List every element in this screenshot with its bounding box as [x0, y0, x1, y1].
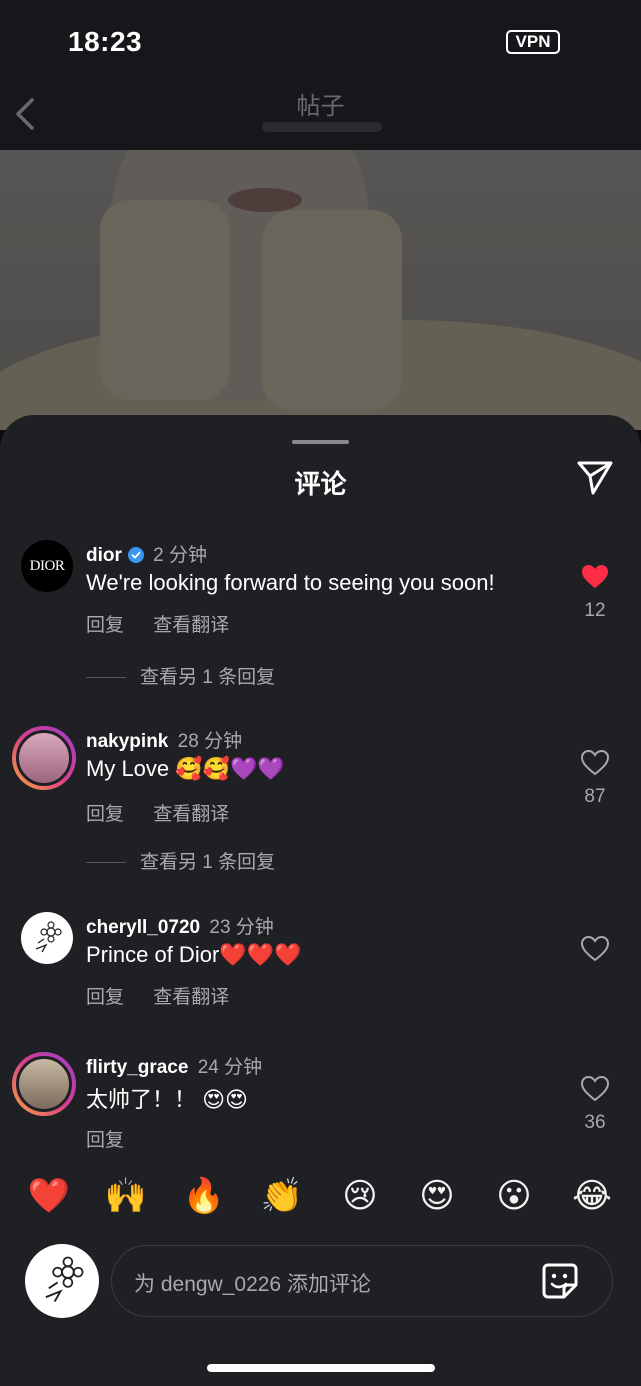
- comment-input-placeholder: 为 dengw_0226 添加评论: [134, 1273, 371, 1296]
- flower-doodle-icon: [45, 1256, 84, 1303]
- translate-button[interactable]: 查看翻译: [153, 615, 229, 636]
- comment-composer: 为 dengw_0226 添加评论: [0, 1240, 641, 1320]
- home-indicator[interactable]: [207, 1364, 435, 1372]
- reaction-crying[interactable]: 😢: [336, 1172, 384, 1220]
- like-count: 36: [584, 1112, 606, 1133]
- comment-meta: flirty_grace 24 分钟: [86, 1052, 262, 1079]
- paper-plane-icon[interactable]: [575, 457, 615, 497]
- header-subtitle-blur: [262, 122, 382, 132]
- my-avatar: [25, 1244, 99, 1318]
- comment-username[interactable]: dior: [86, 545, 122, 566]
- translate-button[interactable]: 查看翻译: [153, 804, 229, 825]
- translate-button[interactable]: 查看翻译: [153, 987, 229, 1008]
- reply-button[interactable]: 回复: [86, 804, 124, 825]
- like-count: 12: [584, 600, 606, 621]
- comment-actions: 回复: [86, 1125, 148, 1152]
- heart-outline-icon: [581, 936, 609, 962]
- comment-time: 2 分钟: [153, 545, 208, 566]
- replies-divider: [86, 677, 126, 679]
- page-title: 帖子: [296, 93, 345, 120]
- view-replies-button[interactable]: 查看另 1 条回复: [86, 847, 275, 874]
- reply-button[interactable]: 回复: [86, 987, 124, 1008]
- comment-meta: dior 2 分钟: [86, 540, 207, 567]
- reaction-heart-eyes[interactable]: 😍: [413, 1172, 461, 1220]
- sticker-icon[interactable]: [540, 1261, 580, 1301]
- like-button[interactable]: [576, 936, 614, 972]
- comment-actions: 回复 查看翻译: [86, 610, 253, 637]
- reaction-surprised[interactable]: 😮: [490, 1172, 538, 1220]
- comment-text: We're looking forward to seeing you soon…: [86, 570, 495, 595]
- view-replies-label: 查看另 1 条回复: [140, 667, 276, 688]
- sheet-drag-handle[interactable]: [292, 440, 349, 444]
- verified-badge-icon: [127, 547, 144, 563]
- comment-time: 28 分钟: [177, 731, 243, 752]
- avatar[interactable]: DIOR: [21, 540, 73, 592]
- comment-input[interactable]: 为 dengw_0226 添加评论: [111, 1245, 613, 1317]
- status-bar: 18:23 VPN: [0, 0, 641, 80]
- comment-text: My Love 🥰🥰💜💜: [86, 756, 285, 781]
- comment-text: Prince of Dior❤️❤️❤️: [86, 942, 302, 967]
- comment-text: 太帅了！！ 😍😍: [86, 1087, 248, 1112]
- reaction-laughing[interactable]: 😂: [568, 1172, 616, 1220]
- post-header: 帖子: [0, 80, 641, 150]
- avatar-photo: [16, 1056, 72, 1112]
- comment-meta: cheryll_0720 23 分钟: [86, 912, 274, 939]
- flower-doodle-icon: [35, 921, 62, 953]
- comment-meta: nakypink 28 分钟: [86, 726, 242, 753]
- status-time: 18:23: [68, 26, 143, 57]
- replies-divider: [86, 862, 126, 864]
- heart-outline-icon: [581, 750, 609, 776]
- reply-button[interactable]: 回复: [86, 1130, 124, 1151]
- heart-outline-icon: [581, 1076, 609, 1102]
- like-count: 87: [584, 786, 606, 807]
- avatar[interactable]: [21, 912, 73, 964]
- avatar-logo-text: DIOR: [29, 557, 65, 574]
- like-button[interactable]: 12: [576, 564, 614, 622]
- view-replies-button[interactable]: 查看另 1 条回复: [86, 662, 275, 689]
- photo-dim-overlay: [0, 150, 641, 430]
- like-button[interactable]: 87: [576, 750, 614, 808]
- reply-button[interactable]: 回复: [86, 615, 124, 636]
- avatar[interactable]: [12, 1052, 76, 1116]
- quick-reactions-bar: ❤️ 🙌 🔥 👏 😢 😍 😮 😂: [0, 1172, 641, 1222]
- post-photo: [0, 150, 641, 430]
- comment-time: 24 分钟: [197, 1057, 263, 1078]
- reaction-fire[interactable]: 🔥: [180, 1172, 228, 1220]
- reaction-clap[interactable]: 👏: [258, 1172, 306, 1220]
- comment-username[interactable]: nakypink: [86, 731, 168, 752]
- comment-username[interactable]: cheryll_0720: [86, 917, 200, 938]
- avatar-photo: [16, 730, 72, 786]
- heart-filled-icon: [582, 565, 608, 588]
- comment-username[interactable]: flirty_grace: [86, 1057, 188, 1078]
- reaction-heart[interactable]: ❤️: [25, 1172, 73, 1220]
- view-replies-label: 查看另 1 条回复: [140, 852, 276, 873]
- avatar[interactable]: [12, 726, 76, 790]
- comment-actions: 回复 查看翻译: [86, 799, 253, 826]
- like-button[interactable]: 36: [576, 1076, 614, 1134]
- vpn-badge: VPN: [506, 30, 560, 54]
- reaction-raised-hands[interactable]: 🙌: [102, 1172, 150, 1220]
- sheet-title: 评论: [294, 469, 347, 499]
- comment-actions: 回复 查看翻译: [86, 982, 253, 1009]
- comment-time: 23 分钟: [209, 917, 274, 938]
